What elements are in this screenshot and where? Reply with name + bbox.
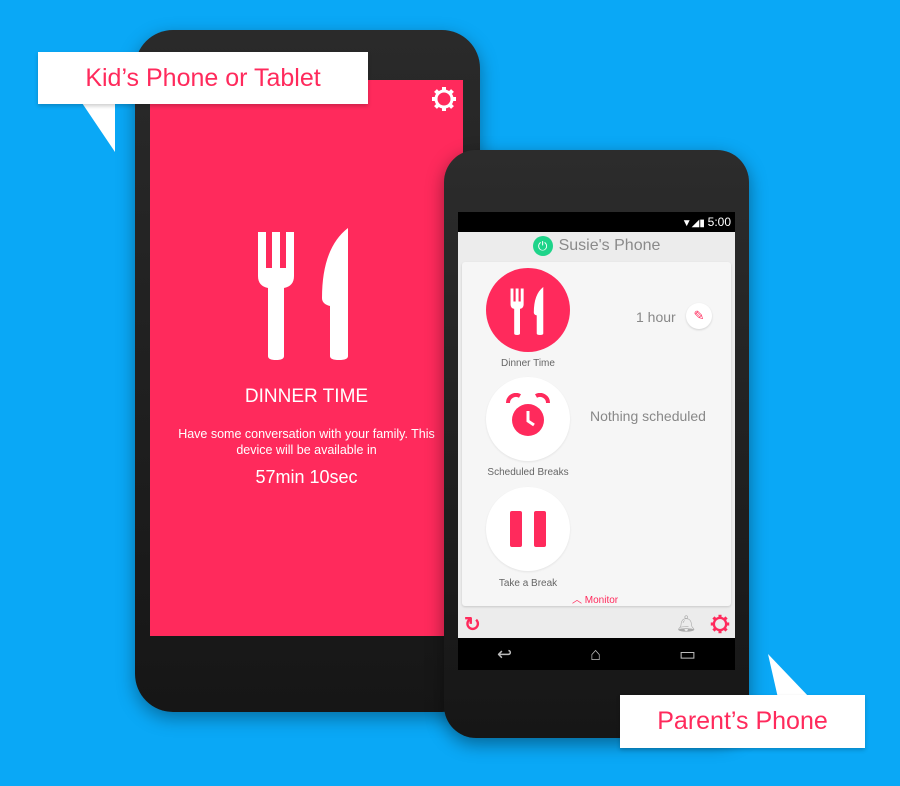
kid-screen: DINNER TIME Have some conversation with … <box>150 80 463 636</box>
monitor-toggle[interactable]: ︿ Monitor <box>572 591 618 606</box>
kid-callout: Kid’s Phone or Tablet <box>38 52 368 104</box>
title-bar: ⏻ Susie's Phone <box>458 232 735 260</box>
pause-icon <box>510 511 546 547</box>
parent-callout: Parent’s Phone <box>620 695 865 748</box>
modes-card: Dinner Time 1 hour ✎ Scheduled Breaks No… <box>462 262 731 606</box>
take-a-break-button[interactable] <box>486 487 570 571</box>
dinner-time-button[interactable] <box>486 268 570 352</box>
monitor-label: Monitor <box>584 595 619 606</box>
device-name: Susie's Phone <box>558 237 661 254</box>
callout-tail <box>80 100 115 152</box>
fork-knife-icon <box>510 287 544 335</box>
gear-icon[interactable] <box>710 614 730 634</box>
countdown: 57min 10sec <box>255 467 358 487</box>
recents-icon[interactable]: ▭ <box>679 644 696 665</box>
status-time: 5:00 <box>707 215 731 229</box>
edit-pencil-icon[interactable]: ✎ <box>686 303 712 329</box>
status-bar: ▼◢▮ 5:00 <box>458 212 735 232</box>
nav-bar: ↩ ⌂ ▭ <box>458 638 735 670</box>
mode-value: 1 hour <box>636 309 676 325</box>
parent-screen: ▼◢▮ 5:00 ⏻ Susie's Phone Dinner Time 1 h… <box>458 212 735 670</box>
mode-message: Have some conversation with your family.… <box>178 427 435 457</box>
power-icon[interactable]: ⏻ <box>532 236 553 256</box>
refresh-icon[interactable]: ↻ <box>464 612 481 637</box>
mode-label: Take a Break <box>498 578 558 589</box>
callout-tail <box>768 654 810 698</box>
mode-label: Scheduled Breaks <box>487 467 569 478</box>
fork-knife-icon <box>258 228 348 360</box>
chevron-up-icon: ︿ <box>572 595 585 606</box>
back-icon[interactable]: ↩ <box>497 644 512 665</box>
mode-value: Nothing scheduled <box>590 408 706 424</box>
mode-title: DINNER TIME <box>244 386 369 407</box>
bell-off-icon[interactable]: 🔔︎ <box>676 614 696 634</box>
alarm-clock-icon <box>506 393 550 436</box>
home-icon[interactable]: ⌂ <box>590 644 601 665</box>
gear-icon[interactable] <box>431 86 457 112</box>
scheduled-breaks-button[interactable] <box>486 377 570 461</box>
wifi-signal-battery-icon: ▼◢▮ <box>681 218 708 229</box>
mode-label: Dinner Time <box>501 358 555 369</box>
